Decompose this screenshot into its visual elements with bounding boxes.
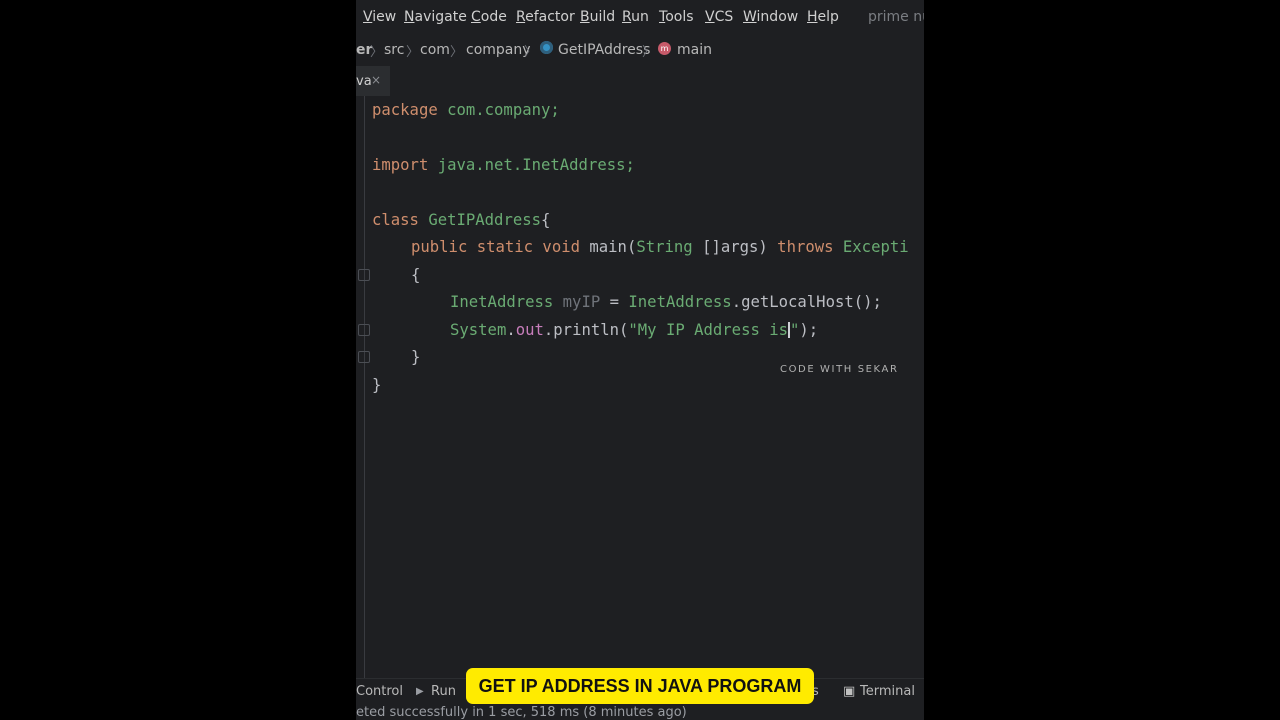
ide-window: View Navigate Code Refactor Build Run To… xyxy=(356,0,924,720)
type-name: String xyxy=(636,238,693,256)
tool-run[interactable]: Run xyxy=(431,684,456,699)
code-line: InetAddress myIP = InetAddress.getLocalH… xyxy=(450,293,882,311)
keyword: class xyxy=(372,211,419,229)
code-line: package com.company; xyxy=(372,101,560,119)
terminal-icon: ▣ xyxy=(843,684,856,699)
import-path: java.net.InetAddress; xyxy=(428,156,635,174)
breadcrumb: er 〉 src 〉 com 〉 company 〉 GetIPAddress … xyxy=(356,36,924,64)
menu-run[interactable]: Run xyxy=(622,9,649,25)
brace: } xyxy=(372,376,382,394)
menu-build[interactable]: Build xyxy=(580,9,615,25)
operator: = xyxy=(600,293,629,311)
breadcrumb-com[interactable]: com xyxy=(420,42,450,58)
menu-navigate[interactable]: Navigate xyxy=(404,9,467,25)
exception-name: Excepti xyxy=(833,238,909,256)
code-line: } xyxy=(372,376,381,394)
breadcrumb-separator: 〉 xyxy=(524,45,538,60)
menu-window[interactable]: Window xyxy=(743,9,798,25)
code-line: { xyxy=(411,266,420,284)
code-line: } xyxy=(411,348,420,366)
menu-bar: View Navigate Code Refactor Build Run To… xyxy=(356,0,924,34)
watermark: CODE WITH SEKAR xyxy=(780,364,899,375)
code-line: class GetIPAddress{ xyxy=(372,211,550,229)
status-message: eted successfully in 1 sec, 518 ms (8 mi… xyxy=(356,705,687,720)
type-name: InetAddress xyxy=(450,293,554,311)
package-name: com.company; xyxy=(437,101,560,119)
class-icon xyxy=(540,41,553,54)
params: []args) xyxy=(692,238,768,256)
editor-tab[interactable]: va × xyxy=(356,66,390,98)
status-bar: eted successfully in 1 sec, 518 ms (8 mi… xyxy=(356,702,924,720)
code-line: System.out.println("My IP Address is "); xyxy=(450,321,818,339)
class-ref: System xyxy=(450,321,507,339)
breadcrumb-separator: 〉 xyxy=(450,45,464,60)
video-title-banner: GET IP ADDRESS IN JAVA PROGRAM xyxy=(466,668,814,704)
menu-vcs[interactable]: VCS xyxy=(705,9,733,25)
tool-version-control[interactable]: Control xyxy=(356,684,403,699)
paren: ( xyxy=(626,238,637,256)
code-editor[interactable]: package com.company; import java.net.Ine… xyxy=(356,96,924,678)
menu-refactor[interactable]: Refactor xyxy=(516,9,575,25)
fold-icon[interactable] xyxy=(358,269,370,281)
close-icon[interactable]: × xyxy=(371,73,381,87)
breadcrumb-method[interactable]: main xyxy=(677,42,712,58)
menu-view[interactable]: View xyxy=(363,9,396,25)
dot: . xyxy=(506,321,516,339)
field-name: out xyxy=(515,321,544,339)
breadcrumb-separator: 〉 xyxy=(370,45,384,60)
code-line: import java.net.InetAddress; xyxy=(372,156,635,174)
method-icon: m xyxy=(658,42,671,55)
string-end: " xyxy=(790,321,800,339)
tab-label: va xyxy=(356,74,372,89)
class-name: GetIPAddress xyxy=(418,211,542,229)
variable-name: myIP xyxy=(553,293,601,311)
breadcrumb-separator: 〉 xyxy=(406,45,420,60)
keyword: public static void xyxy=(411,238,580,256)
brace: { xyxy=(541,211,551,229)
breadcrumb-src[interactable]: src xyxy=(384,42,404,58)
method-name: main xyxy=(580,238,627,256)
code-line: public static void main(String []args) t… xyxy=(411,238,909,256)
editor-tab-bar: va × xyxy=(356,66,924,98)
keyword: package xyxy=(372,101,438,119)
gutter-divider xyxy=(364,96,365,678)
run-icon: ▶ xyxy=(416,686,424,697)
breadcrumb-separator: 〉 xyxy=(642,45,656,60)
project-name: prime nu xyxy=(868,9,924,25)
breadcrumb-company[interactable]: company xyxy=(466,42,531,58)
string-literal: "My IP Address is xyxy=(628,321,789,339)
menu-help[interactable]: Help xyxy=(807,9,839,25)
fold-icon[interactable] xyxy=(358,324,370,336)
keyword: throws xyxy=(767,238,834,256)
fold-icon[interactable] xyxy=(358,351,370,363)
menu-tools[interactable]: Tools xyxy=(659,9,694,25)
method-call: .println( xyxy=(543,321,629,339)
keyword: import xyxy=(372,156,429,174)
class-ref: InetAddress xyxy=(628,293,732,311)
tool-terminal[interactable]: Terminal xyxy=(860,684,915,699)
method-call: .getLocalHost(); xyxy=(731,293,882,311)
brace: { xyxy=(411,266,421,284)
brace: } xyxy=(411,348,421,366)
breadcrumb-class[interactable]: GetIPAddress xyxy=(558,42,650,58)
statement-end: ); xyxy=(799,321,819,339)
menu-code[interactable]: Code xyxy=(471,9,507,25)
